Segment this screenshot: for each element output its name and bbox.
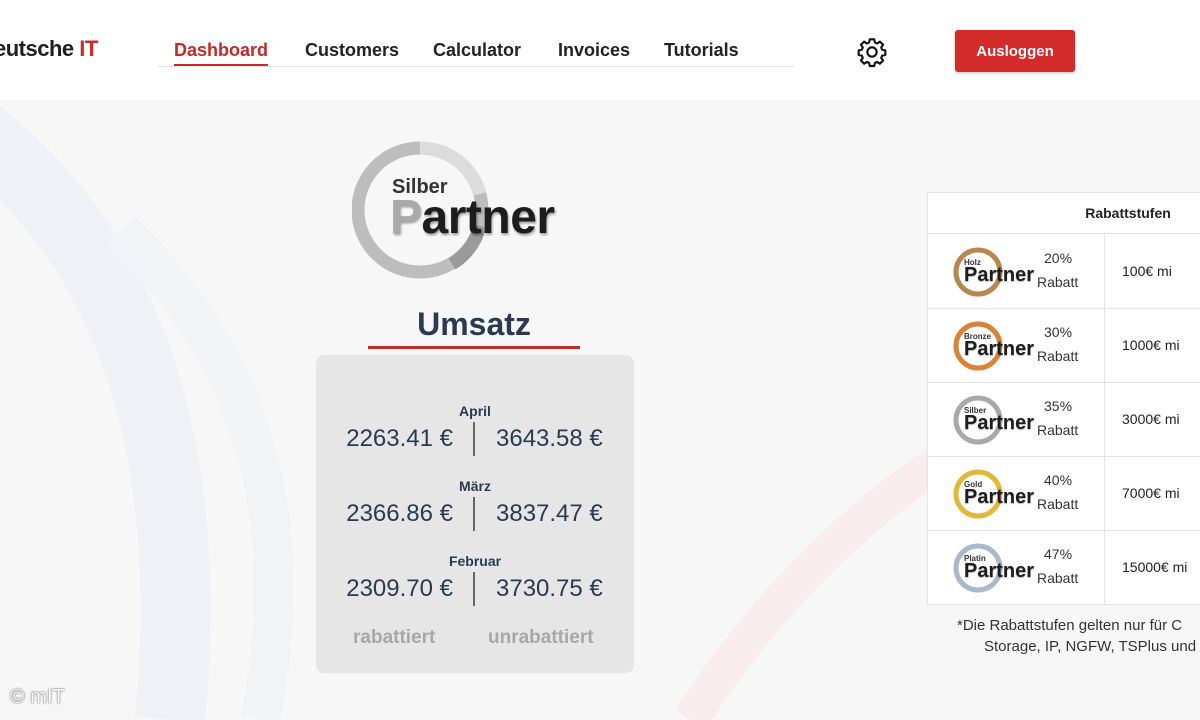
month-label: April	[459, 403, 491, 419]
nav-customers[interactable]: Customers	[305, 40, 399, 61]
tier-word-initial: P	[964, 412, 978, 434]
value-divider	[473, 497, 475, 531]
badge-word-rest: artner	[421, 191, 556, 244]
main-nav: Dashboard Customers Calculator Invoices …	[158, 30, 794, 67]
undiscounted-value: 3643.58 €	[496, 425, 603, 452]
tier-percent: 40%	[1044, 472, 1073, 488]
discounted-value: 2366.86 €	[346, 500, 453, 527]
tier-badge: Platin Partner	[952, 540, 1042, 596]
watermark: © mIT	[10, 686, 65, 708]
value-divider	[473, 422, 475, 456]
tier-percent: 35%	[1044, 398, 1073, 414]
umsatz-title: Umsatz	[417, 306, 531, 342]
umsatz-underline	[368, 346, 580, 349]
tier-minimum: 3000€ mi	[1122, 411, 1180, 427]
tier-word-initial: P	[964, 338, 978, 360]
month-label: Februar	[448, 553, 502, 569]
tier-rabatt-label: Rabatt	[1037, 422, 1079, 438]
tier-percent: 20%	[1044, 250, 1073, 266]
undiscounted-value: 3837.47 €	[496, 500, 603, 527]
tier-word-rest: artner	[977, 338, 1035, 360]
rabattstufen-header: Rabattstufen	[928, 193, 1200, 234]
undiscounted-value: 3730.75 €	[496, 575, 603, 602]
discounted-value: 2309.70 €	[346, 575, 453, 602]
tier-word-rest: artner	[977, 264, 1035, 286]
rabattstufen-note: *Die Rabattstufen gelten nur für C Stora…	[957, 615, 1196, 657]
column-divider	[1104, 530, 1105, 604]
tier-badge: Bronze Partner	[952, 318, 1042, 374]
tier-rabatt-label: Rabatt	[1037, 348, 1079, 364]
tier-rabatt-label: Rabatt	[1037, 496, 1079, 512]
partner-level-badge: Silber Partner	[352, 136, 592, 286]
badge-word-initial: P	[390, 191, 422, 244]
tier-row: Bronze Partner 30% Rabatt 1000€ mi	[928, 308, 1200, 383]
tier-word: Partner	[964, 338, 1034, 361]
tier-word: Partner	[964, 264, 1034, 287]
brand-name: eutsche	[0, 36, 80, 61]
tier-rabatt-label: Rabatt	[1037, 570, 1079, 586]
nav-invoices[interactable]: Invoices	[558, 40, 630, 61]
tier-row: Silber Partner 35% Rabatt 3000€ mi	[928, 382, 1200, 457]
column-divider	[1104, 234, 1105, 308]
tier-word-rest: artner	[977, 412, 1035, 434]
tier-word-initial: P	[964, 486, 978, 508]
tier-row: Holz Partner 20% Rabatt 100€ mi	[928, 234, 1200, 309]
brand-name-suffix: IT	[79, 36, 98, 61]
tier-word-initial: P	[964, 264, 978, 286]
column-divider	[1104, 456, 1105, 530]
umsatz-card: April 2263.41 € 3643.58 € März 2366.86 €…	[316, 355, 634, 673]
top-bar: eutsche IT Dashboard Customers Calculato…	[0, 0, 1200, 100]
tier-badge: Silber Partner	[952, 392, 1042, 448]
label-undiscounted: unrabattiert	[488, 627, 594, 648]
rabattstufen-table: Rabattstufen Holz Partner 20% Rabatt 100…	[927, 192, 1200, 605]
tier-percent: 47%	[1044, 546, 1073, 562]
tier-badge: Gold Partner	[952, 466, 1042, 522]
gear-icon[interactable]	[856, 36, 888, 68]
logout-button[interactable]: Ausloggen	[955, 30, 1075, 72]
tier-word-rest: artner	[977, 560, 1035, 582]
tier-word-initial: P	[964, 560, 978, 582]
tier-word-rest: artner	[977, 486, 1035, 508]
badge-word: Partner	[390, 190, 555, 245]
tier-minimum: 15000€ mi	[1122, 559, 1188, 575]
label-discounted: rabattiert	[353, 627, 436, 648]
discounted-value: 2263.41 €	[346, 425, 453, 452]
tier-word: Partner	[964, 486, 1034, 509]
tier-word: Partner	[964, 412, 1034, 435]
tier-minimum: 1000€ mi	[1122, 337, 1180, 353]
nav-dashboard[interactable]: Dashboard	[174, 40, 269, 66]
tier-minimum: 100€ mi	[1122, 263, 1172, 279]
month-label: März	[459, 478, 491, 494]
tier-percent: 30%	[1044, 324, 1073, 340]
note-line-2: Storage, IP, NGFW, TSPlus und	[984, 638, 1197, 655]
value-divider	[473, 572, 475, 606]
note-line-1: *Die Rabattstufen gelten nur für C	[957, 617, 1183, 634]
column-divider	[1104, 308, 1105, 382]
nav-calculator[interactable]: Calculator	[433, 40, 521, 61]
nav-tutorials[interactable]: Tutorials	[664, 40, 739, 61]
column-divider	[1104, 382, 1105, 456]
tier-rabatt-label: Rabatt	[1037, 274, 1079, 290]
tier-badge: Holz Partner	[952, 244, 1042, 300]
brand-logo[interactable]: eutsche IT	[0, 36, 98, 62]
tier-minimum: 7000€ mi	[1122, 485, 1180, 501]
tier-row: Gold Partner 40% Rabatt 7000€ mi	[928, 456, 1200, 531]
rabattstufen-title: Rabattstufen	[1085, 205, 1171, 221]
tier-row: Platin Partner 47% Rabatt 15000€ mi	[928, 530, 1200, 604]
tier-word: Partner	[964, 560, 1034, 583]
